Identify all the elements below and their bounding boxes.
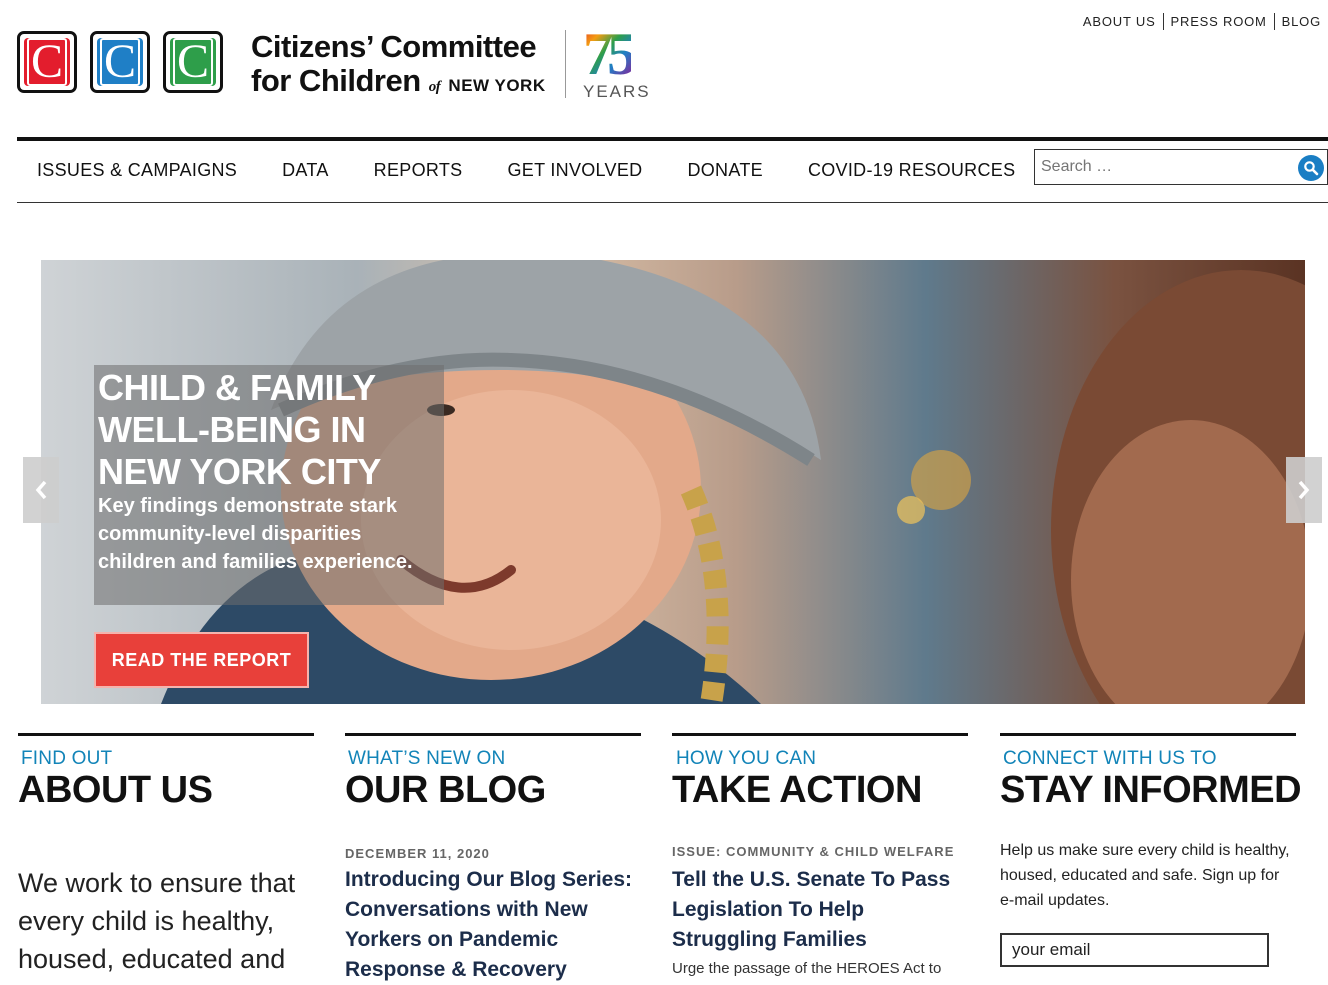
nav-item-covid-resources[interactable]: COVID-19 RESOURCES [808, 160, 1015, 181]
about-heading[interactable]: ABOUT US [18, 769, 213, 812]
search-input[interactable] [1035, 150, 1287, 184]
top-link-press-room[interactable]: PRESS ROOM [1162, 13, 1274, 30]
about-column-rule [18, 733, 314, 736]
chevron-left-icon [35, 480, 47, 500]
read-report-button[interactable]: READ THE REPORT [94, 632, 309, 688]
logo-letter-c-red[interactable]: C [17, 31, 77, 93]
search-box [1034, 149, 1328, 185]
logo-letter: C [173, 38, 213, 86]
blog-kicker: WHAT’S NEW ON [348, 748, 506, 769]
main-nav: ISSUES & CAMPAIGNS DATA REPORTS GET INVO… [37, 160, 1060, 181]
nav-item-get-involved[interactable]: GET INVOLVED [507, 160, 642, 181]
org-name-logo[interactable]: Citizens’ Committee for Children of NEW … [251, 30, 546, 104]
inform-heading: STAY INFORMED [1000, 769, 1302, 811]
header-rule-thick [17, 137, 1328, 141]
action-description: Urge the passage of the HEROES Act to [672, 960, 942, 977]
top-link-blog[interactable]: BLOG [1273, 13, 1328, 30]
action-column-rule [672, 733, 968, 736]
search-icon [1304, 161, 1319, 176]
blog-column-rule [345, 733, 641, 736]
anniversary-word: YEARS [583, 82, 651, 101]
inform-column-rule [1000, 733, 1296, 736]
nav-item-reports[interactable]: REPORTS [374, 160, 463, 181]
blog-post-date: DECEMBER 11, 2020 [345, 846, 490, 861]
nav-item-data[interactable]: DATA [282, 160, 329, 181]
org-name-line2: for Children [251, 63, 421, 98]
logo-letter-c-green[interactable]: C [163, 31, 223, 93]
top-link-about-us[interactable]: ABOUT US [1076, 13, 1163, 30]
header-divider [565, 30, 566, 98]
chevron-right-icon [1298, 480, 1310, 500]
nav-item-issues-campaigns[interactable]: ISSUES & CAMPAIGNS [37, 160, 237, 181]
hero-title: CHILD & FAMILY WELL-BEING IN NEW YORK CI… [98, 367, 381, 492]
org-name-city: NEW YORK [448, 76, 546, 95]
blog-heading[interactable]: OUR BLOG [345, 769, 546, 812]
action-title[interactable]: Tell the U.S. Senate To Pass Legislation… [672, 865, 967, 955]
utility-nav: ABOUT US PRESS ROOM BLOG [1076, 13, 1328, 30]
email-field[interactable] [1002, 935, 1267, 965]
anniversary-number: 75 [583, 21, 637, 87]
action-heading[interactable]: TAKE ACTION [672, 769, 922, 812]
header-rule-thin [17, 202, 1328, 203]
inform-kicker: CONNECT WITH US TO [1003, 748, 1217, 769]
org-name-line1: Citizens’ Committee [251, 29, 537, 64]
blog-post-title[interactable]: Introducing Our Blog Series: Conversatio… [345, 865, 645, 985]
logo-letter: C [27, 38, 67, 86]
about-intro-text: We work to ensure that every child is he… [18, 868, 296, 974]
org-name-of: of [428, 79, 441, 95]
logo-letter-c-blue[interactable]: C [90, 31, 150, 93]
hero-subtitle: Key findings demonstrate stark community… [98, 495, 413, 573]
action-kicker: HOW YOU CAN [676, 748, 817, 769]
carousel-prev-button[interactable] [23, 457, 59, 523]
search-button[interactable] [1298, 155, 1324, 181]
inform-text: Help us make sure every child is healthy… [1000, 842, 1290, 909]
logo-letter: C [100, 38, 140, 86]
nav-item-donate[interactable]: DONATE [687, 160, 762, 181]
email-box [1000, 933, 1269, 967]
action-issue-label[interactable]: ISSUE: COMMUNITY & CHILD WELFARE [672, 844, 954, 859]
about-kicker: FIND OUT [21, 748, 113, 769]
carousel-next-button[interactable] [1286, 457, 1322, 523]
